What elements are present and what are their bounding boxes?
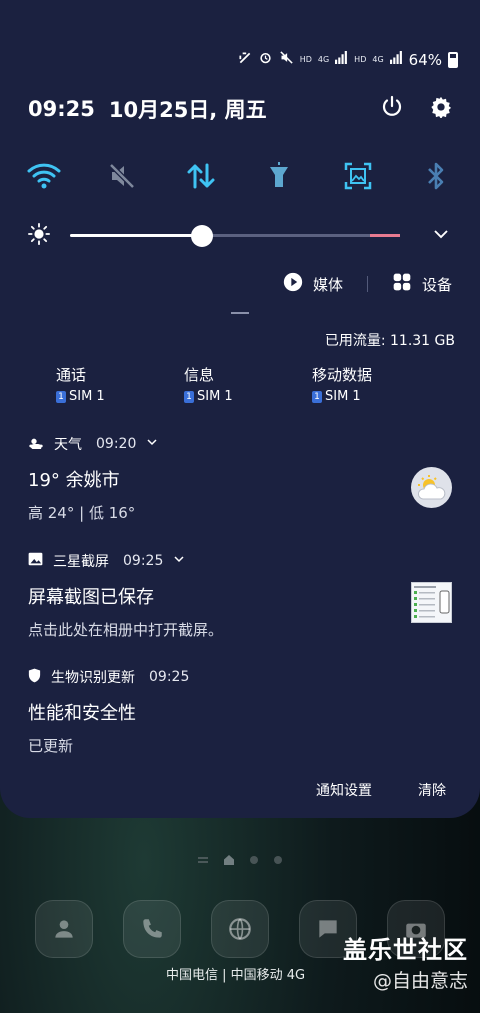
sim-mobile-data-title: 移动数据 bbox=[312, 366, 373, 384]
weather-title: 19° 余姚市 bbox=[28, 470, 120, 491]
devices-button[interactable]: 设备 bbox=[392, 272, 452, 296]
biometrics-time: 09:25 bbox=[149, 669, 190, 685]
network-type: 4G bbox=[317, 54, 330, 64]
mobile-data-icon bbox=[187, 163, 215, 189]
brightness-slider[interactable] bbox=[70, 222, 400, 250]
screenshot-thumbnail[interactable] bbox=[411, 582, 452, 623]
sim-messages-value: SIM 1 bbox=[197, 389, 233, 404]
screenshot-notification[interactable]: 三星截屏 09:25 屏幕截图已保存 点击此处在相册中打开截屏。 bbox=[28, 551, 452, 640]
sim-calls[interactable]: 通话 1 SIM 1 bbox=[56, 364, 184, 404]
page-list-indicator bbox=[198, 857, 208, 863]
quick-settings-row bbox=[24, 158, 456, 194]
signal-icon-2 bbox=[389, 51, 403, 68]
mute-icon bbox=[279, 50, 294, 69]
data-usage: 已用流量: 11.31 GB bbox=[324, 333, 455, 349]
sim-mobile-data-value: SIM 1 bbox=[325, 389, 361, 404]
screenshot-icon bbox=[344, 162, 371, 190]
panel-drag-handle[interactable] bbox=[231, 312, 249, 314]
wifi-tile[interactable] bbox=[24, 158, 64, 194]
screenshot-title: 屏幕截图已保存 bbox=[28, 587, 154, 608]
page-dot bbox=[274, 856, 282, 864]
media-label: 媒体 bbox=[312, 275, 343, 294]
nfc-icon bbox=[238, 51, 252, 69]
watermark-title: 盖乐世社区 bbox=[343, 936, 468, 964]
brightness-row bbox=[28, 222, 450, 250]
status-bar: HD 4G HD 4G 64% bbox=[238, 50, 458, 69]
phone-app-icon[interactable] bbox=[123, 900, 181, 958]
brightness-fill bbox=[70, 234, 202, 237]
page-dot bbox=[250, 856, 258, 864]
sim-badge-icon: 1 bbox=[312, 390, 322, 403]
weather-body: 高 24° | 低 16° bbox=[28, 504, 136, 522]
screenshot-expand-chevron-icon[interactable] bbox=[173, 553, 185, 569]
notification-settings-button[interactable]: 通知设置 bbox=[316, 780, 372, 800]
screenshot-tile[interactable] bbox=[338, 158, 378, 194]
weather-expand-chevron-icon[interactable] bbox=[146, 436, 158, 452]
carrier-label: 中国电信 | 中国移动 4G bbox=[166, 968, 306, 983]
divider bbox=[366, 276, 368, 292]
sim-messages[interactable]: 信息 1 SIM 1 bbox=[184, 364, 312, 404]
power-icon[interactable] bbox=[380, 95, 404, 123]
watermark-subtitle: @自由意志 bbox=[372, 970, 468, 992]
sim-calls-title: 通话 bbox=[56, 366, 87, 384]
sim-mobile-data[interactable]: 移动数据 1 SIM 1 bbox=[312, 364, 440, 404]
panel-header: 09:25 10月25日, 周五 bbox=[28, 94, 452, 124]
biometrics-app-name: 生物识别更新 bbox=[51, 670, 135, 686]
weather-time: 09:20 bbox=[96, 436, 137, 452]
screenshot-app-name: 三星截屏 bbox=[53, 554, 109, 570]
page-indicator bbox=[0, 855, 480, 865]
battery-percent: 64% bbox=[408, 50, 442, 69]
screenshot-body: 点击此处在相册中打开截屏。 bbox=[28, 621, 224, 639]
brightness-icon bbox=[28, 223, 50, 249]
hd-badge: HD bbox=[299, 54, 312, 64]
panel-actions: 通知设置 清除 bbox=[316, 780, 446, 800]
biometrics-body: 已更新 bbox=[28, 737, 74, 755]
sound-muted-icon bbox=[109, 163, 136, 189]
devices-grid-icon bbox=[392, 272, 412, 296]
mobile-data-tile[interactable] bbox=[181, 158, 221, 194]
shield-icon bbox=[28, 668, 41, 687]
bluetooth-tile[interactable] bbox=[416, 158, 456, 194]
weather-app-name: 天气 bbox=[54, 437, 82, 453]
settings-gear-icon[interactable] bbox=[430, 96, 452, 122]
browser-app-icon[interactable] bbox=[211, 900, 269, 958]
weather-notification[interactable]: 天气 09:20 19° 余姚市 高 24° | 低 16° bbox=[28, 434, 452, 523]
devices-label: 设备 bbox=[421, 275, 452, 294]
flashlight-tile[interactable] bbox=[259, 158, 299, 194]
sim-messages-title: 信息 bbox=[184, 366, 215, 384]
notification-panel: HD 4G HD 4G 64% 09:25 10月25日, 周五 媒体 设备 已… bbox=[0, 0, 480, 818]
sim-badge-icon: 1 bbox=[184, 390, 194, 403]
battery-icon bbox=[448, 51, 458, 68]
screenshot-time: 09:25 bbox=[123, 553, 164, 569]
wifi-icon bbox=[27, 163, 61, 189]
screenshot-app-icon bbox=[28, 552, 43, 570]
biometrics-title: 性能和安全性 bbox=[28, 703, 136, 724]
biometrics-notification[interactable]: 生物识别更新 09:25 性能和安全性 已更新 bbox=[28, 667, 452, 756]
flashlight-icon bbox=[270, 162, 289, 187]
sim-settings-row: 通话 1 SIM 1 信息 1 SIM 1 移动数据 1 SIM 1 bbox=[56, 364, 440, 404]
network-type-2: 4G bbox=[372, 54, 384, 64]
sim-calls-value: SIM 1 bbox=[69, 389, 105, 404]
sound-tile[interactable] bbox=[102, 158, 142, 194]
sim-badge-icon: 1 bbox=[56, 390, 66, 403]
weather-app-icon bbox=[28, 435, 44, 453]
partly-cloudy-icon bbox=[411, 467, 452, 508]
bluetooth-icon bbox=[428, 162, 444, 190]
home-page-indicator bbox=[224, 855, 234, 865]
brightness-high-zone bbox=[370, 234, 400, 237]
play-icon bbox=[283, 272, 303, 296]
hd-badge-2: HD bbox=[354, 54, 367, 64]
brightness-thumb[interactable] bbox=[191, 225, 213, 247]
expand-chevron-down-icon[interactable] bbox=[432, 225, 450, 247]
clock: 09:25 bbox=[28, 97, 95, 121]
signal-icon bbox=[335, 51, 348, 68]
alarm-icon bbox=[258, 50, 273, 69]
media-button[interactable]: 媒体 bbox=[283, 272, 343, 296]
clear-button[interactable]: 清除 bbox=[418, 780, 446, 800]
media-devices-row: 媒体 设备 bbox=[283, 272, 452, 296]
contacts-app-icon[interactable] bbox=[35, 900, 93, 958]
date: 10月25日, 周五 bbox=[108, 98, 267, 122]
